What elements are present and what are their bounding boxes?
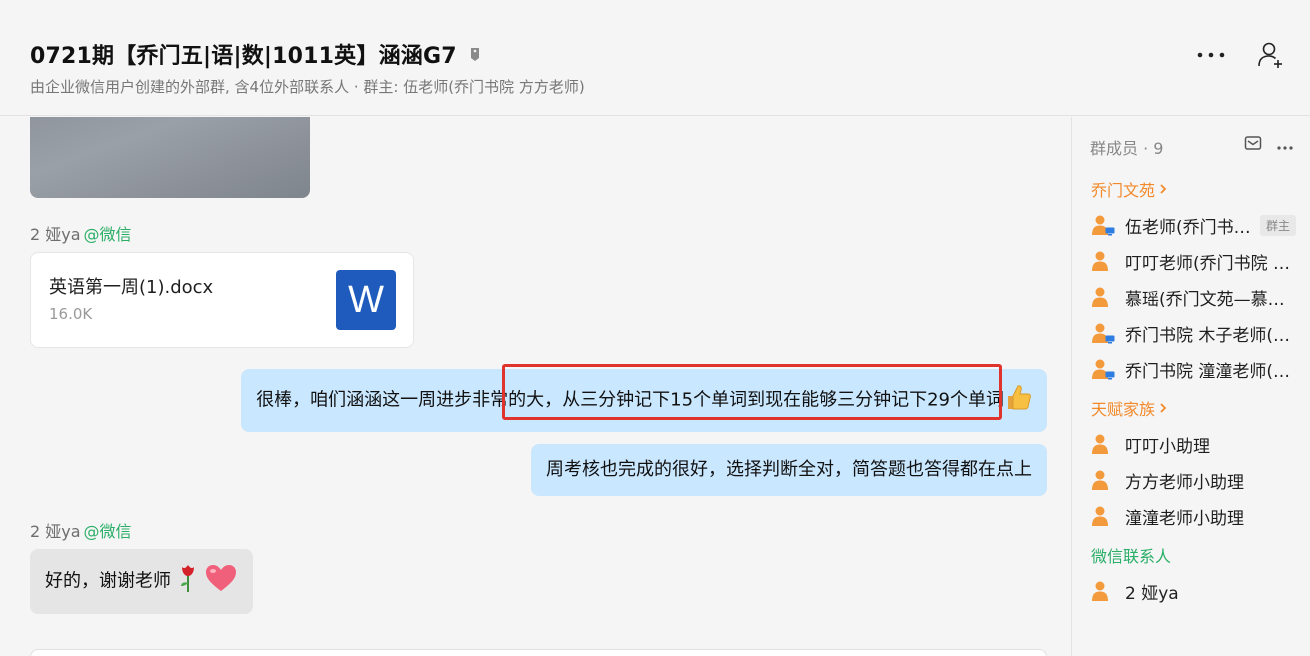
chat-title[interactable]: 0721期【乔门五|语|数|1011英】涵涵G7 xyxy=(30,38,457,70)
member-icon xyxy=(1091,433,1113,455)
member-item[interactable]: 慕瑶(乔门文苑—慕瑶老师) xyxy=(1091,282,1296,312)
group-name: 微信联系人 xyxy=(1091,547,1172,566)
sender-source: @微信 xyxy=(83,225,132,244)
member-icon xyxy=(1091,580,1113,602)
member-item[interactable]: 乔门书院 潼潼老师(乔门书院) xyxy=(1091,354,1296,384)
file-name: 英语第一周(1).docx xyxy=(49,277,214,298)
member-item[interactable]: 伍老师(乔门书院 方方老师) 群主 xyxy=(1091,210,1296,240)
chat-subtitle: 由企业微信用户创建的外部群, 含4位外部联系人 · 群主: 伍老师(乔门书院 方… xyxy=(30,78,585,96)
panel-more-button[interactable] xyxy=(1276,136,1294,155)
member-pc-icon xyxy=(1091,214,1115,236)
tag-icon[interactable] xyxy=(469,45,483,63)
heart-icon xyxy=(204,563,238,600)
member-name: 叮叮老师(乔门书院 叮叮老师) xyxy=(1125,253,1296,274)
message-text-highlighted: 从三分钟记下15个单词到现在能够三分钟记下29个单词 xyxy=(562,389,1004,411)
message-input-area[interactable] xyxy=(30,649,1047,656)
more-button[interactable] xyxy=(1194,38,1228,72)
member-group-label[interactable]: 乔门文苑 xyxy=(1091,177,1167,201)
file-size: 16.0K xyxy=(49,305,93,323)
chat-header: 0721期【乔门五|语|数|1011英】涵涵G7 由企业微信用户创建的外部群, … xyxy=(0,0,1310,116)
member-pc-icon xyxy=(1091,322,1115,344)
message-sender: 2 娅ya @微信 xyxy=(30,221,132,245)
member-item[interactable]: 叮叮小助理 xyxy=(1091,429,1296,459)
message-bubble-in[interactable]: 好的，谢谢老师 xyxy=(30,549,254,614)
member-name: 潼潼老师小助理 xyxy=(1125,508,1244,529)
member-item[interactable]: 乔门书院 木子老师(乔门书院) xyxy=(1091,318,1296,348)
title-row: 0721期【乔门五|语|数|1011英】涵涵G7 xyxy=(30,38,483,70)
panel-tools xyxy=(1244,135,1294,155)
message-text: 好的，谢谢老师 xyxy=(45,570,171,592)
member-name: 乔门书院 木子老师(乔门书院) xyxy=(1125,325,1296,346)
member-item[interactable]: 潼潼老师小助理 xyxy=(1091,501,1296,531)
mail-icon xyxy=(1244,136,1262,150)
add-member-button[interactable] xyxy=(1254,38,1288,72)
file-message[interactable]: 英语第一周(1).docx 16.0K W xyxy=(30,252,414,348)
member-name: 2 娅ya xyxy=(1125,583,1179,604)
member-name: 伍老师(乔门书院 方方老师) xyxy=(1125,217,1252,238)
member-icon xyxy=(1091,250,1113,272)
message-list[interactable]: 2 娅ya @微信 英语第一周(1).docx 16.0K W 很棒，咱们涵涵这一… xyxy=(0,117,1071,656)
header-actions xyxy=(1194,38,1288,72)
image-message[interactable] xyxy=(30,117,310,198)
member-icon xyxy=(1091,469,1113,491)
thumbs-up-icon xyxy=(1004,383,1032,418)
member-name: 乔门书院 潼潼老师(乔门书院) xyxy=(1125,361,1296,382)
add-person-icon xyxy=(1258,42,1282,68)
message-bubble-out[interactable]: 周考核也完成的很好，选择判断全对，简答题也答得都在点上 xyxy=(531,444,1047,496)
message-bubble-out[interactable]: 很棒，咱们涵涵这一周进步非常的大，从三分钟记下15个单词到现在能够三分钟记下29… xyxy=(241,369,1047,432)
member-pc-icon xyxy=(1091,358,1115,380)
chevron-right-icon xyxy=(1159,399,1167,418)
member-name: 方方老师小助理 xyxy=(1125,472,1244,493)
member-name: 慕瑶(乔门文苑—慕瑶老师) xyxy=(1125,289,1296,310)
more-icon xyxy=(1277,145,1293,150)
member-group-label[interactable]: 天赋家族 xyxy=(1091,396,1167,420)
group-name: 乔门文苑 xyxy=(1091,181,1156,200)
sender-name[interactable]: 2 娅ya xyxy=(30,225,81,244)
member-panel: 群成员 · 9 乔门文苑伍老师(乔门书院 方方老师) 群主叮叮老师(乔门书院 叮叮… xyxy=(1071,117,1310,656)
rose-icon xyxy=(177,563,199,600)
owner-badge: 群主 xyxy=(1259,214,1296,236)
member-name: 叮叮小助理 xyxy=(1125,436,1210,457)
member-icon xyxy=(1091,505,1113,527)
message-text: 很棒，咱们涵涵这一周进步非常的大， xyxy=(256,389,563,411)
sender-source: @微信 xyxy=(83,522,132,541)
member-item[interactable]: 2 娅ya xyxy=(1091,576,1296,606)
member-group-label[interactable]: 微信联系人 xyxy=(1091,543,1171,567)
mail-button[interactable] xyxy=(1244,135,1262,155)
more-icon xyxy=(1197,52,1225,58)
member-item[interactable]: 叮叮老师(乔门书院 叮叮老师) xyxy=(1091,246,1296,276)
group-name: 天赋家族 xyxy=(1091,400,1156,419)
member-count: 群成员 · 9 xyxy=(1090,139,1164,158)
member-icon xyxy=(1091,286,1113,308)
chevron-right-icon xyxy=(1159,180,1167,199)
member-item[interactable]: 方方老师小助理 xyxy=(1091,465,1296,495)
word-icon: W xyxy=(336,270,396,330)
message-sender: 2 娅ya @微信 xyxy=(30,518,132,542)
sender-name[interactable]: 2 娅ya xyxy=(30,522,81,541)
